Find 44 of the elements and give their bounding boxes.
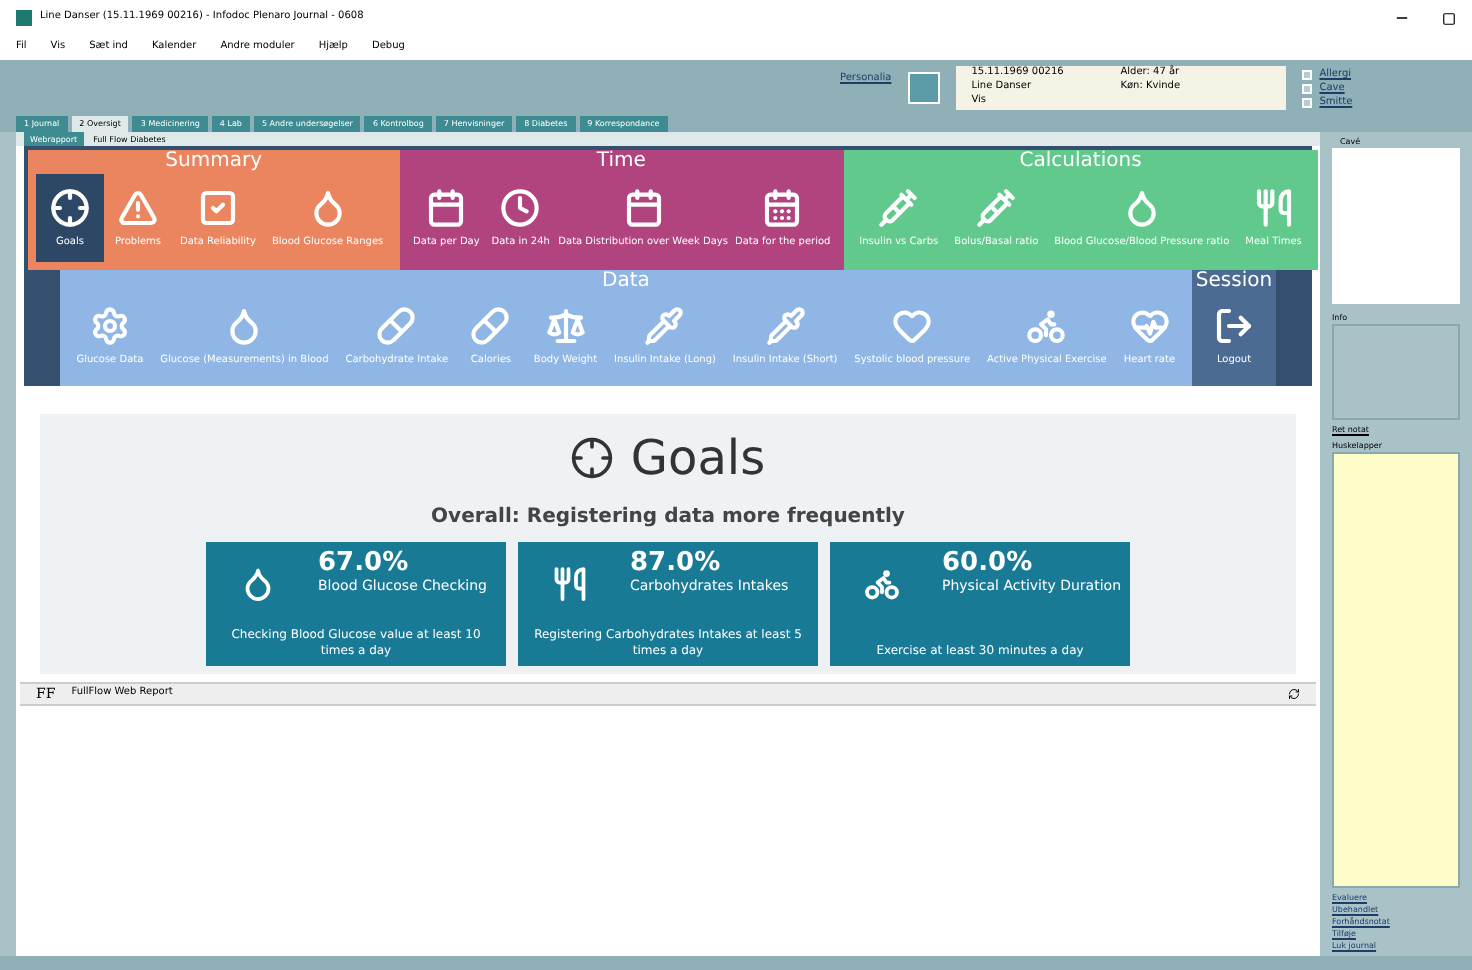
patient-card-icon[interactable] <box>907 72 940 104</box>
goals-overall: Overall: Registering data more frequently <box>431 504 905 532</box>
checkbox-icon <box>197 188 238 228</box>
flag-checkbox[interactable] <box>1301 83 1312 93</box>
goal-percent: 87.0% <box>630 548 723 578</box>
goal-percent: 67.0% <box>318 548 411 578</box>
pill-icon <box>470 306 511 346</box>
section-title: Calculations <box>1017 150 1144 174</box>
syringe-icon <box>976 188 1017 228</box>
utensils-icon <box>552 566 588 602</box>
drop-icon <box>240 566 276 602</box>
app-logo-icon <box>16 10 32 26</box>
goal-percent: 60.0% <box>942 548 1035 578</box>
calendar-icon <box>426 188 467 228</box>
clock-icon <box>500 188 541 228</box>
section-title: Time <box>594 150 648 174</box>
section-title: Summary <box>163 150 264 174</box>
syringe-icon <box>878 188 919 228</box>
crosshair-icon <box>570 436 615 480</box>
bicycle-icon <box>1026 306 1067 346</box>
section-title: Data <box>600 270 652 294</box>
section-title: Session <box>1193 270 1275 294</box>
logout-icon <box>1214 306 1254 346</box>
utensils-icon <box>1253 188 1294 228</box>
maximize-icon[interactable] <box>1442 11 1456 25</box>
bicycle-icon <box>864 566 900 602</box>
info-field[interactable] <box>1332 324 1460 420</box>
scale-icon <box>545 306 586 346</box>
goals-title: Goals <box>630 428 766 490</box>
warning-icon <box>118 188 158 228</box>
heart-pulse-icon <box>1129 306 1170 346</box>
calendar-icon <box>762 188 803 228</box>
pipette-icon <box>644 306 685 346</box>
refresh-icon[interactable] <box>1288 688 1300 700</box>
cave-field[interactable] <box>1332 148 1460 304</box>
notes-field[interactable] <box>1332 452 1460 888</box>
gear-icon <box>89 306 130 346</box>
pill-icon <box>376 306 417 346</box>
heart-icon <box>892 306 933 346</box>
flag-checkbox[interactable] <box>1301 69 1312 79</box>
pipette-icon <box>765 306 806 346</box>
calendar-icon <box>623 188 664 228</box>
flag-checkbox[interactable] <box>1301 97 1312 107</box>
crosshair-icon <box>50 188 90 228</box>
